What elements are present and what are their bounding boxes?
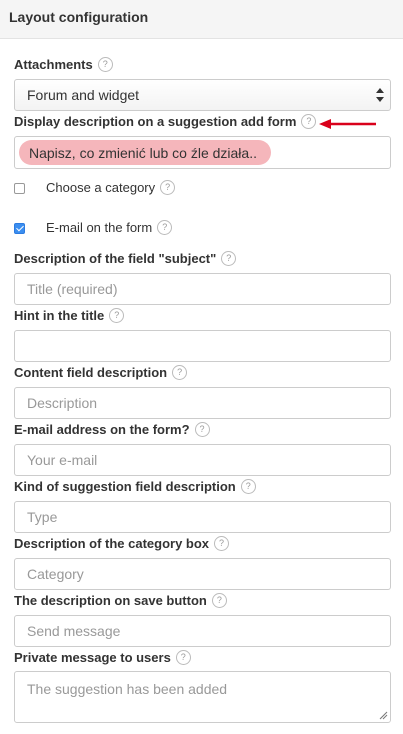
kind-description-label-text: Kind of suggestion field description <box>14 479 236 494</box>
save-button-description-input[interactable]: Send message <box>14 615 391 647</box>
help-icon[interactable]: ? <box>97 57 113 72</box>
help-icon[interactable]: ? <box>240 479 256 494</box>
save-button-description-label-text: The description on save button <box>14 593 207 608</box>
display-description-value: Napisz, co zmienić lub co źle działa.. <box>29 144 257 161</box>
attachments-label: Attachments ? <box>14 57 113 72</box>
email-address-label-text: E-mail address on the form? <box>14 422 190 437</box>
category-box-placeholder: Category <box>27 566 84 582</box>
display-description-input[interactable]: Napisz, co zmienić lub co źle działa.. <box>14 136 391 169</box>
help-icon[interactable]: ? <box>157 220 173 235</box>
private-message-label-text: Private message to users <box>14 650 171 665</box>
content-description-label: Content field description ? <box>14 365 188 380</box>
help-icon[interactable]: ? <box>221 251 237 266</box>
select-arrows-icon <box>376 88 384 102</box>
kind-description-input[interactable]: Type <box>14 501 391 533</box>
attachments-select-value: Forum and widget <box>27 87 140 103</box>
help-icon[interactable]: ? <box>109 308 125 323</box>
attachments-select[interactable]: Forum and widget <box>14 79 391 111</box>
choose-category-label: Choose a category ? <box>46 180 176 195</box>
help-icon[interactable]: ? <box>301 114 317 129</box>
content-description-label-text: Content field description <box>14 365 168 380</box>
hint-title-input[interactable] <box>14 330 391 362</box>
save-button-description-label: The description on save button ? <box>14 593 227 608</box>
private-message-placeholder: The suggestion has been added <box>27 681 228 697</box>
subject-description-label-text: Description of the field "subject" <box>14 251 217 266</box>
email-on-form-checkbox[interactable] <box>14 223 25 234</box>
hint-title-label: Hint in the title ? <box>14 308 125 323</box>
content-description-placeholder: Description <box>27 395 98 411</box>
category-box-label: Description of the category box ? <box>14 536 230 551</box>
display-description-label-text: Display description on a suggestion add … <box>14 114 297 129</box>
email-address-label: E-mail address on the form? ? <box>14 422 210 437</box>
subject-description-placeholder: Title (required) <box>27 281 118 297</box>
display-description-label: Display description on a suggestion add … <box>14 114 317 129</box>
kind-description-placeholder: Type <box>27 509 58 525</box>
attachments-label-text: Attachments <box>14 57 93 72</box>
private-message-textarea[interactable]: The suggestion has been added <box>14 671 391 723</box>
email-address-placeholder: Your e-mail <box>27 452 98 468</box>
email-on-form-label-text: E-mail on the form <box>46 220 153 235</box>
category-box-label-text: Description of the category box <box>14 536 210 551</box>
email-address-input[interactable]: Your e-mail <box>14 444 391 476</box>
save-button-description-placeholder: Send message <box>27 623 121 639</box>
help-icon[interactable]: ? <box>172 365 188 380</box>
help-icon[interactable]: ? <box>194 422 210 437</box>
email-on-form-label: E-mail on the form ? <box>46 220 173 235</box>
help-icon[interactable]: ? <box>211 593 227 608</box>
help-icon[interactable]: ? <box>214 536 230 551</box>
private-message-label: Private message to users ? <box>14 650 191 665</box>
subject-description-input[interactable]: Title (required) <box>14 273 391 305</box>
category-box-input[interactable]: Category <box>14 558 391 590</box>
resize-handle-icon[interactable] <box>379 711 388 720</box>
content-description-input[interactable]: Description <box>14 387 391 419</box>
panel-title: Layout configuration <box>9 9 149 25</box>
red-arrow-icon <box>319 119 376 129</box>
help-icon[interactable]: ? <box>175 650 191 665</box>
help-icon[interactable]: ? <box>160 180 176 195</box>
subject-description-label: Description of the field "subject" ? <box>14 251 237 266</box>
choose-category-label-text: Choose a category <box>46 180 156 195</box>
hint-title-label-text: Hint in the title <box>14 308 105 323</box>
panel-header: Layout configuration <box>0 0 403 39</box>
choose-category-checkbox[interactable] <box>14 183 25 194</box>
kind-description-label: Kind of suggestion field description ? <box>14 479 256 494</box>
